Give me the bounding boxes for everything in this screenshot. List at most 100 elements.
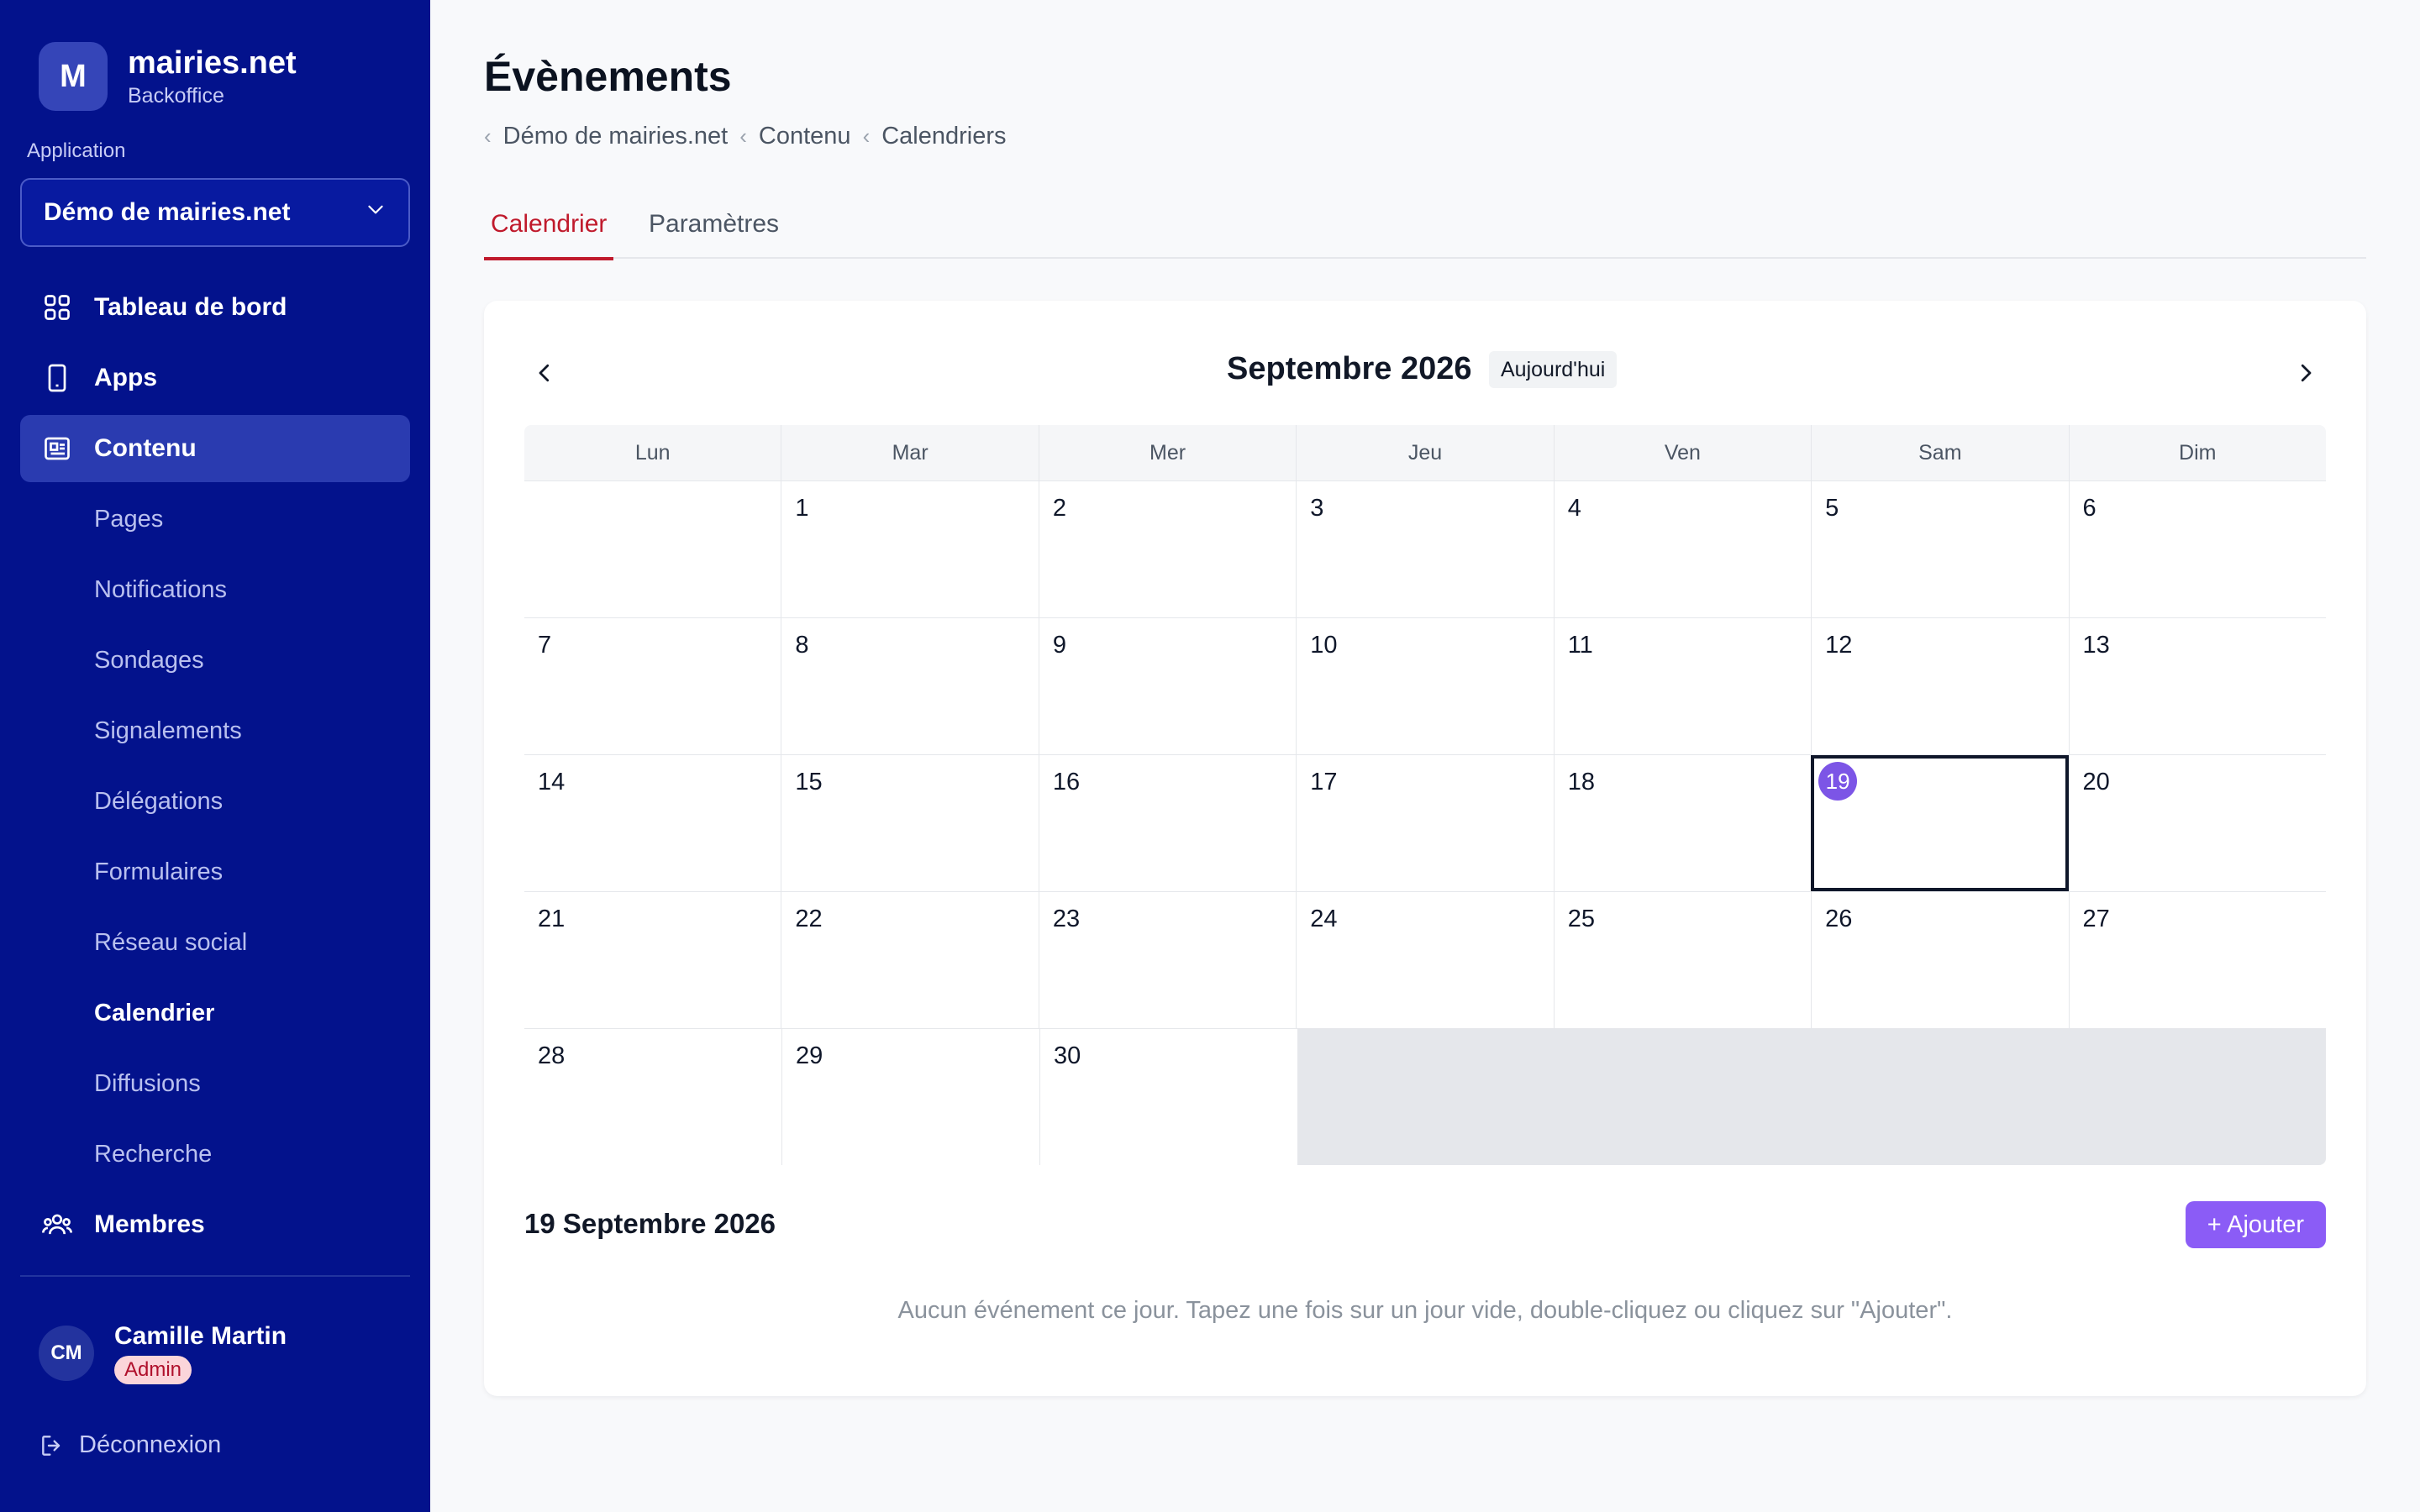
calendar-card: Septembre 2026 Aujourd'hui Lun Mar Mer J…	[484, 301, 2366, 1396]
calendar-day-cell[interactable]: 18	[1553, 755, 1811, 891]
calendar-day-cell[interactable]: 1	[781, 481, 1038, 617]
calendar-day-cell[interactable]: 29	[781, 1029, 1039, 1165]
newspaper-icon	[40, 432, 74, 465]
weekday-label: Ven	[1553, 425, 1811, 480]
calendar-day-cell[interactable]: 24	[1296, 892, 1553, 1028]
calendar-day-cell[interactable]: 16	[1038, 755, 1296, 891]
calendar-day-cell[interactable]: 8	[781, 618, 1038, 754]
calendar-day-cell[interactable]: 26	[1811, 892, 2068, 1028]
calendar-day-cell[interactable]: 17	[1296, 755, 1553, 891]
application-select[interactable]: Démo de mairies.net	[20, 178, 410, 247]
calendar-day-cell[interactable]: 4	[1553, 481, 1811, 617]
calendar-week-row: 28 29 30	[524, 1029, 2326, 1165]
calendar-day-cell[interactable]: 21	[524, 892, 781, 1028]
calendar-day-cell[interactable]: 2	[1038, 481, 1296, 617]
weekday-label: Dim	[2068, 425, 2326, 480]
calendar-day-cell[interactable]: 10	[1296, 618, 1553, 754]
calendar-day-cell[interactable]: 20	[2068, 755, 2326, 891]
role-badge: Admin	[114, 1356, 192, 1384]
add-event-button[interactable]: + Ajouter	[2185, 1201, 2326, 1248]
calendar-day-cell[interactable]: 11	[1553, 618, 1811, 754]
breadcrumb-item[interactable]: Calendriers	[881, 123, 1006, 150]
month-title: Septembre 2026	[1227, 351, 1472, 386]
calendar-day-cell[interactable]: 19	[1811, 755, 2069, 891]
calendar-day-cell[interactable]	[524, 481, 781, 617]
logout-icon	[39, 1432, 66, 1459]
calendar-day-cell[interactable]: 15	[781, 755, 1038, 891]
calendar-day-cell[interactable]: 7	[524, 618, 781, 754]
application-select-value: Démo de mairies.net	[44, 198, 291, 226]
chevron-left-icon: ‹	[862, 123, 871, 149]
brand-subtitle: Backoffice	[128, 84, 224, 108]
calendar-day-cell[interactable]: 30	[1039, 1029, 1297, 1165]
application-label: Application	[27, 139, 126, 162]
day-number: 21	[538, 906, 566, 932]
tab-calendrier[interactable]: Calendrier	[484, 210, 614, 260]
next-month-button[interactable]	[2284, 351, 2328, 395]
previous-month-button[interactable]	[523, 351, 566, 395]
day-number: 6	[2082, 495, 2096, 522]
day-number: 18	[1567, 769, 1595, 795]
tab-parametres[interactable]: Paramètres	[642, 210, 786, 257]
calendar-day-cell[interactable]: 5	[1811, 481, 2068, 617]
day-number: 4	[1567, 495, 1581, 522]
sidebar-item-dashboard[interactable]: Tableau de bord	[20, 274, 410, 341]
calendar-day-cell[interactable]: 25	[1553, 892, 1811, 1028]
day-number: 29	[796, 1042, 823, 1069]
day-number: 12	[1825, 632, 1853, 659]
calendar-day-cell[interactable]: 12	[1811, 618, 2068, 754]
calendar-day-cell[interactable]: 6	[2068, 481, 2326, 617]
breadcrumb-item[interactable]: Contenu	[759, 123, 851, 150]
today-button[interactable]: Aujourd'hui	[1489, 351, 1618, 388]
calendar-day-cell[interactable]: 28	[524, 1029, 781, 1165]
day-number: 8	[795, 632, 809, 659]
sidebar-subitem-delegations[interactable]: Délégations	[20, 768, 410, 835]
chevron-down-icon	[365, 198, 387, 227]
selected-date-title: 19 Septembre 2026	[524, 1208, 776, 1239]
calendar-day-cell[interactable]: 3	[1296, 481, 1553, 617]
user-profile[interactable]: CM Camille Martin Admin	[39, 1322, 287, 1384]
sidebar-item-apps[interactable]: Apps	[20, 344, 410, 412]
sidebar-divider	[20, 1275, 410, 1277]
users-icon	[40, 1208, 74, 1242]
calendar-week-row: 1 2 3 4 5 6	[524, 481, 2326, 618]
sidebar-subitem-pages[interactable]: Pages	[20, 486, 410, 553]
avatar: CM	[39, 1326, 94, 1381]
calendar-week-row: 14 15 16 17 18 19 20	[524, 755, 2326, 892]
day-number: 13	[2082, 632, 2110, 659]
logout-link[interactable]: Déconnexion	[39, 1431, 221, 1459]
day-number: 9	[1052, 632, 1066, 659]
day-number: 1	[795, 495, 809, 522]
sidebar-subitem-diffusions[interactable]: Diffusions	[20, 1050, 410, 1117]
chevron-left-icon: ‹	[484, 123, 492, 149]
user-name: Camille Martin	[114, 1322, 287, 1350]
calendar-day-cell[interactable]: 13	[2068, 618, 2326, 754]
calendar-grid: Lun Mar Mer Jeu Ven Sam Dim 1 2 3 4 5 6 7 8 9 10 1…	[524, 425, 2326, 1165]
day-number: 27	[2082, 906, 2110, 932]
brand-name: mairies.net	[128, 45, 297, 81]
day-number: 10	[1310, 632, 1338, 659]
calendar-day-cell[interactable]: 27	[2068, 892, 2326, 1028]
sidebar-subitem-signalements[interactable]: Signalements	[20, 697, 410, 764]
sidebar-item-label: Tableau de bord	[94, 293, 287, 321]
calendar-day-cell[interactable]: 9	[1038, 618, 1296, 754]
sidebar-subitem-formulaires[interactable]: Formulaires	[20, 838, 410, 906]
sidebar-subitem-sondages[interactable]: Sondages	[20, 627, 410, 694]
sidebar-subitem-recherche[interactable]: Recherche	[20, 1121, 410, 1188]
calendar-day-cell[interactable]: 14	[524, 755, 781, 891]
sidebar-subitem-calendrier[interactable]: Calendrier	[20, 979, 410, 1047]
sidebar-item-content[interactable]: Contenu	[20, 415, 410, 482]
day-number: 28	[538, 1042, 566, 1069]
calendar-week-row: 21 22 23 24 25 26 27	[524, 892, 2326, 1029]
calendar-day-cell[interactable]: 23	[1038, 892, 1296, 1028]
day-number: 19	[1818, 762, 1858, 801]
sidebar-subitem-notifications[interactable]: Notifications	[20, 556, 410, 623]
sidebar-item-label: Contenu	[94, 434, 197, 462]
brand-logo: M	[39, 42, 108, 111]
day-number: 7	[538, 632, 552, 659]
breadcrumb-item[interactable]: Démo de mairies.net	[503, 123, 729, 150]
chevron-right-icon	[2301, 364, 2312, 382]
calendar-day-cell[interactable]: 22	[781, 892, 1038, 1028]
sidebar-item-members[interactable]: Membres	[20, 1191, 410, 1258]
sidebar-subitem-reseau-social[interactable]: Réseau social	[20, 909, 410, 976]
